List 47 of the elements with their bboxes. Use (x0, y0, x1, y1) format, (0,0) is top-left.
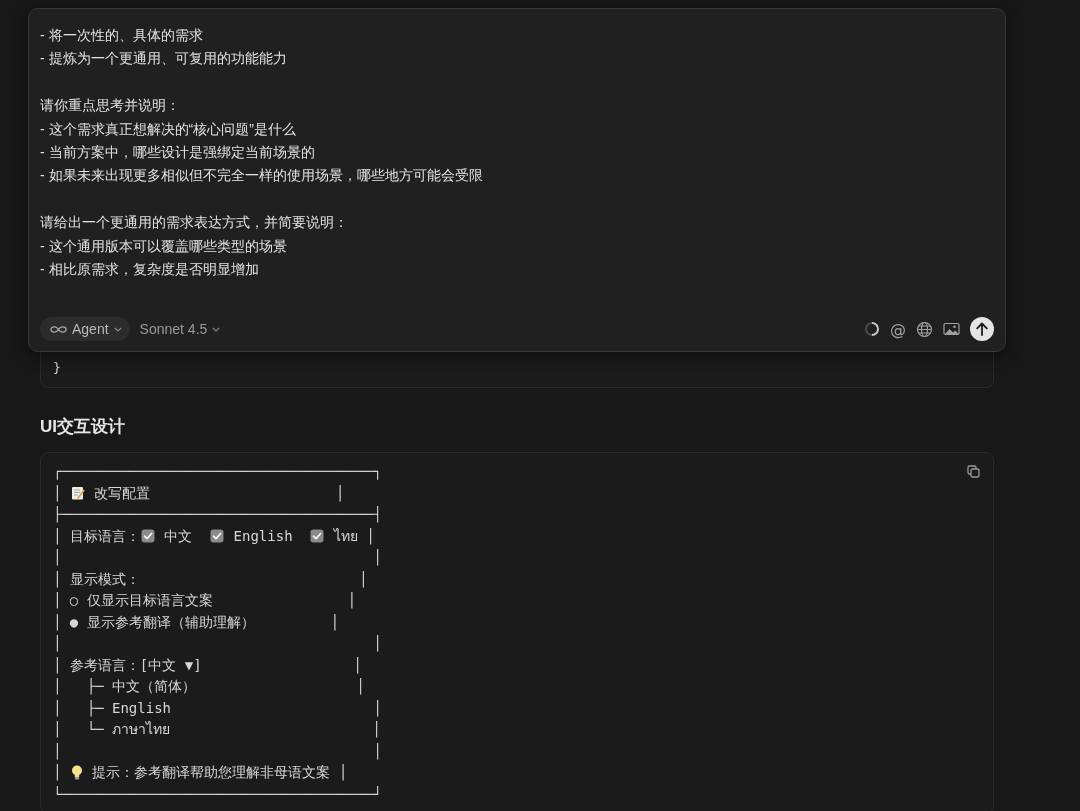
prompt-text: - 提炼为一个更通用、可复用的功能能力 (40, 49, 287, 69)
code-text: │ ○ 仅显示目标语言文案 │ (53, 591, 356, 611)
memo-icon (70, 486, 85, 501)
agent-mode-dropdown[interactable]: Agent (40, 317, 130, 341)
prompt-text: - 相比原需求，复杂度是否明显增加 (40, 260, 259, 280)
code-text: │ │ (53, 634, 382, 654)
code-text: 改写配置 │ (93, 483, 345, 504)
code-text: ┌─────────────────────────────────────┐ (53, 462, 382, 482)
prompt-text: 请给出一个更通用的需求表达方式，并简要说明： (40, 213, 348, 233)
copy-icon[interactable] (967, 465, 980, 478)
code-text: │ ├─ English │ (53, 698, 382, 719)
code-text: ไทย │ (332, 526, 375, 547)
code-text: 提示：参考翻译帮助您理解非母语文案 │ (91, 763, 348, 783)
prompt-text: - 当前方案中，哪些设计是强绑定当前场景的 (40, 143, 315, 162)
code-text: │ └─ ภาษาไทย │ (53, 720, 381, 740)
code-line: } (53, 359, 61, 377)
chevron-down-icon (113, 326, 122, 332)
code-text: │ ├─ 中文（简体） │ (53, 677, 365, 697)
lightbulb-icon (70, 765, 83, 781)
mention-button[interactable]: @ (890, 319, 906, 339)
globe-icon[interactable] (916, 320, 933, 338)
code-text: │ 显示模式： │ (53, 569, 368, 590)
code-text: 中文 (163, 526, 194, 546)
chevron-down-icon (212, 326, 221, 332)
code-text: │ │ (53, 741, 382, 762)
prompt-text: - 如果未来出现更多相似但不完全一样的使用场景，哪些地方可能会受限 (40, 166, 483, 186)
send-button[interactable] (970, 317, 994, 341)
prompt-composer[interactable] (28, 8, 1006, 352)
image-icon[interactable] (943, 322, 960, 336)
code-text: │ ● 显示参考翻译（辅助理解） │ (53, 612, 339, 633)
code-text: └─────────────────────────────────────┘ (53, 784, 382, 804)
code-text: │ (53, 763, 63, 783)
code-text: │ 目标语言： (53, 526, 140, 547)
code-text: │ 参考语言：[中文 ▼] │ (53, 655, 362, 676)
code-text: │ (53, 483, 63, 504)
code-text: English (232, 526, 294, 546)
loading-spinner-icon (864, 321, 880, 337)
code-text: │ │ (53, 548, 382, 568)
model-dropdown[interactable]: Sonnet 4.5 (139, 321, 221, 337)
code-text: ├─────────────────────────────────────┤ (53, 505, 382, 525)
prompt-text: 请你重点思考并说明： (40, 96, 180, 116)
section-heading: UI交互设计 (40, 416, 125, 438)
prompt-text: - 这个通用版本可以覆盖哪些类型的场景 (40, 236, 287, 256)
arrow-up-icon (976, 322, 988, 336)
prompt-text: - 这个需求真正想解决的“核心问题”是什么 (40, 119, 296, 139)
infinity-icon (50, 324, 67, 334)
prompt-text: - 将一次性的、具体的需求 (40, 26, 203, 45)
